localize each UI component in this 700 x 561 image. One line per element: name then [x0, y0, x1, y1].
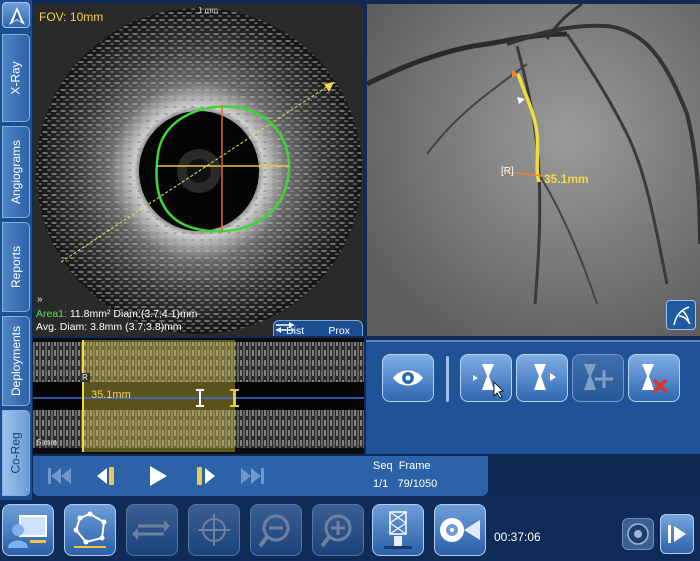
angiogram-image — [367, 4, 700, 336]
fov-label: FOV: 10mm — [39, 10, 104, 24]
angiogram-panel[interactable]: [R] 35.1mm — [367, 4, 700, 336]
next-marker-button[interactable] — [516, 354, 568, 402]
swap-icon — [132, 520, 170, 540]
pullback-button[interactable] — [434, 504, 486, 556]
zoom-in-icon — [320, 514, 352, 548]
delete-marker-button[interactable] — [628, 354, 680, 402]
record-button[interactable] — [622, 518, 654, 550]
zoom-out-icon — [258, 514, 290, 548]
zoom-in-button[interactable] — [312, 504, 364, 556]
tab-label: Deployments — [9, 325, 23, 397]
marker-cursor-icon — [473, 364, 504, 398]
playback-bar: Seq Frame 1/1 79/1050 — [33, 456, 488, 496]
catheter-pullback-icon — [440, 518, 480, 542]
tab-label: Co-Reg — [9, 432, 24, 474]
tab-label: Angiograms — [9, 139, 23, 205]
sequence-frame-readout: Seq Frame 1/1 79/1050 — [373, 460, 437, 490]
elapsed-time: 00:37:06 — [494, 530, 541, 544]
tab-co-reg[interactable]: Co-Reg — [2, 410, 30, 496]
lmode-r-marker: R — [80, 373, 90, 382]
bottom-toolbar: 00:37:06 — [0, 500, 700, 561]
swap-button[interactable] — [126, 504, 178, 556]
ivus-image — [36, 8, 362, 334]
tab-label: Reports — [9, 245, 23, 289]
longitudinal-image — [33, 340, 364, 452]
coreg-control-panel — [366, 340, 700, 454]
longitudinal-view-panel[interactable]: R 35.1mm 5 mm — [33, 338, 364, 454]
play-icon — [150, 466, 167, 486]
tab-reports[interactable]: Reports — [2, 222, 30, 312]
marker-next-icon — [534, 364, 556, 390]
lmode-scale-label: 5 mm — [37, 438, 57, 447]
step-back-icon — [97, 467, 114, 485]
patient-monitor-icon — [8, 515, 47, 548]
vessel-tree-icon[interactable] — [666, 300, 696, 330]
ivus-cross-section-panel[interactable]: FOV: 10mm 1 mm » Area1: 11.8mm² Diam:(3.… — [33, 4, 364, 336]
skip-forward-icon — [241, 468, 264, 484]
dist-prox-toggle[interactable]: Dist Prox — [273, 320, 363, 336]
patient-button[interactable] — [2, 504, 54, 556]
tab-angiograms[interactable]: Angiograms — [2, 126, 30, 218]
lmode-length-label: 35.1mm — [91, 389, 131, 401]
stent-button[interactable] — [372, 504, 424, 556]
tab-x-ray[interactable]: X-Ray — [2, 34, 30, 122]
next-frame-button[interactable] — [191, 462, 219, 490]
first-frame-button[interactable] — [45, 462, 73, 490]
area-label: Area1: — [36, 308, 67, 320]
export-button[interactable] — [660, 514, 694, 554]
vertical-tab-bar: X-Ray Angiograms Reports Deployments Co-… — [0, 0, 32, 500]
previous-frame-button[interactable] — [93, 462, 121, 490]
tab-label: X-Ray — [9, 61, 23, 95]
contour-edit-button[interactable] — [64, 504, 116, 556]
last-frame-button[interactable] — [239, 462, 267, 490]
r-marker-label: [R] — [501, 166, 514, 177]
add-marker-button[interactable] — [572, 354, 624, 402]
zoom-out-button[interactable] — [250, 504, 302, 556]
area-measurement: Area1: 11.8mm² Diam:(3.7;4.1)mm — [36, 308, 197, 320]
app-logo-icon[interactable] — [2, 2, 30, 28]
segment-length-label: 35.1mm — [544, 172, 589, 186]
expand-chevron-icon[interactable]: » — [37, 294, 43, 305]
tab-deployments[interactable]: Deployments — [2, 316, 30, 406]
eye-icon — [393, 370, 423, 386]
swap-arrows-icon — [276, 322, 294, 333]
view-toggle-button[interactable] — [382, 354, 434, 402]
center-button[interactable] — [188, 504, 240, 556]
set-marker-button[interactable] — [460, 354, 512, 402]
play-button[interactable] — [143, 462, 171, 490]
next-page-icon — [668, 525, 686, 543]
prox-label: Prox — [328, 324, 350, 337]
marker-add-icon — [584, 364, 613, 390]
frame-header: Frame — [398, 460, 431, 472]
stent-icon — [384, 511, 412, 549]
frame-value: 79/1050 — [397, 478, 438, 490]
seq-value: 1/1 — [373, 478, 389, 490]
seq-header: Seq — [373, 460, 393, 472]
area-value: 11.8mm² Diam:(3.7;4.1)mm — [66, 308, 198, 320]
avg-diameter-measurement: Avg. Diam: 3.8mm (3.7;3.8)mm — [36, 321, 182, 333]
scale-label: 1 mm — [198, 6, 218, 15]
skip-back-icon — [48, 468, 71, 484]
crosshair-icon — [198, 514, 230, 546]
step-forward-icon — [197, 467, 215, 485]
polygon-contour-icon — [73, 511, 107, 548]
disc-icon — [627, 523, 649, 545]
divider — [446, 356, 449, 402]
marker-delete-icon — [642, 364, 668, 394]
